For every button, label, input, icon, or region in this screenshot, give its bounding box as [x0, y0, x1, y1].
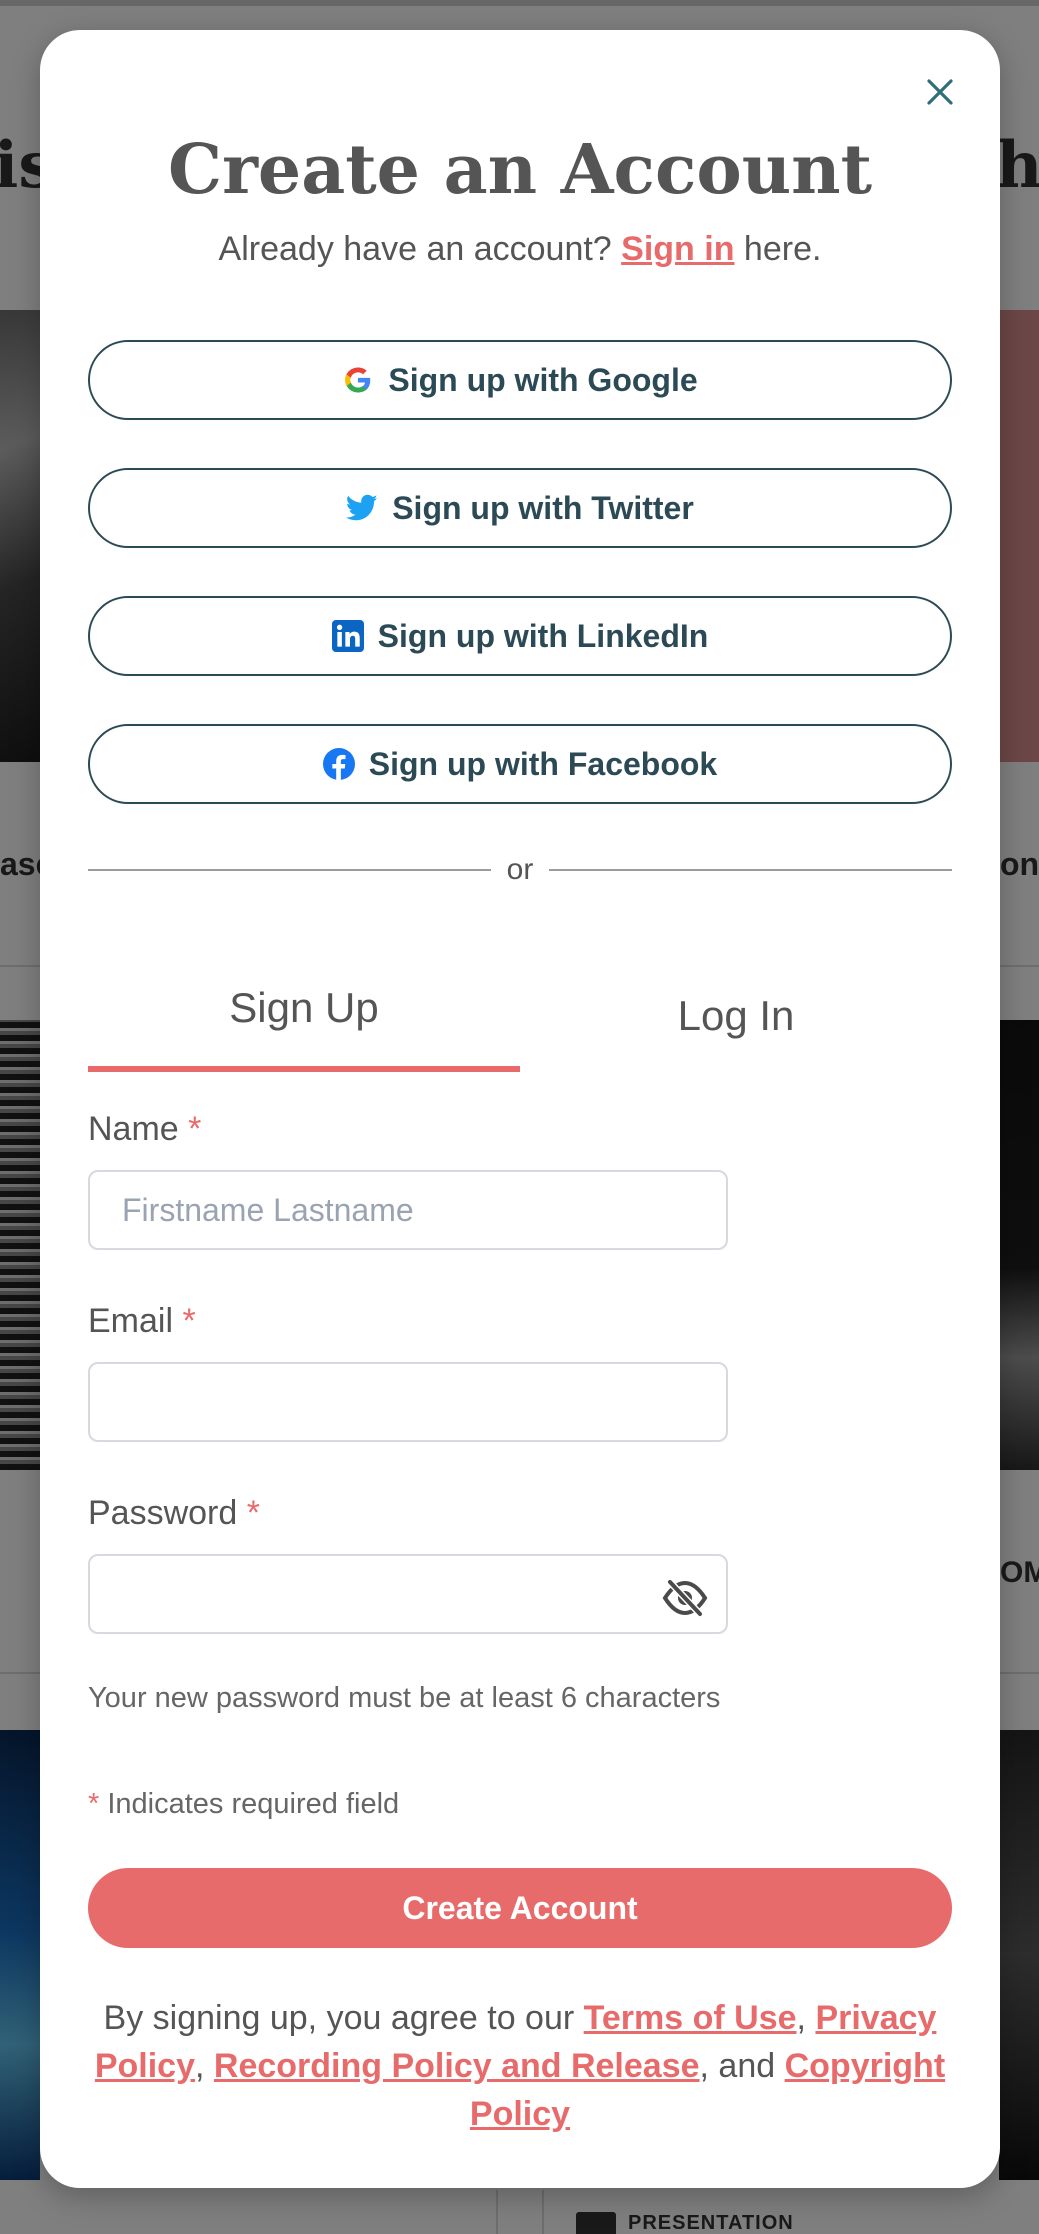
recording-policy-link[interactable]: Recording Policy and Release — [214, 2047, 700, 2085]
linkedin-icon — [331, 620, 364, 652]
signin-link[interactable]: Sign in — [621, 230, 734, 268]
email-input[interactable] — [88, 1362, 728, 1442]
google-icon — [342, 364, 374, 396]
close-icon — [927, 79, 953, 105]
modal-title: Create an Account — [167, 130, 872, 210]
terms-separator: , and — [699, 2047, 785, 2085]
password-input[interactable] — [88, 1554, 728, 1634]
create-account-modal: Create an Account Already have an accoun… — [40, 30, 1000, 2188]
required-field-note: * Indicates required field — [88, 1788, 399, 1821]
required-marker: * — [88, 1788, 100, 1820]
google-signup-button[interactable]: Sign up with Google — [88, 340, 952, 420]
password-label: Password * — [88, 1494, 260, 1533]
divider-line — [549, 869, 952, 871]
toggle-password-visibility-button[interactable] — [660, 1573, 710, 1623]
terms-separator: , — [796, 1999, 816, 2037]
tab-log-in[interactable]: Log In — [520, 960, 952, 1072]
password-hint: Your new password must be at least 6 cha… — [88, 1682, 721, 1714]
eye-off-icon — [662, 1578, 708, 1618]
twitter-signup-button[interactable]: Sign up with Twitter — [88, 468, 952, 548]
signin-prompt: Already have an account? Sign in here. — [40, 230, 1000, 269]
signin-prompt-text: Already have an account? — [218, 230, 622, 268]
email-label-text: Email — [88, 1302, 174, 1340]
facebook-icon — [322, 748, 355, 780]
required-marker: * — [182, 1302, 196, 1340]
create-account-button[interactable]: Create Account — [88, 1868, 952, 1948]
twitter-signup-label: Sign up with Twitter — [392, 489, 694, 526]
name-label: Name * — [88, 1110, 201, 1149]
or-divider: or — [88, 850, 952, 890]
terms-separator: , — [195, 2047, 214, 2085]
terms-notice: By signing up, you agree to our Terms of… — [88, 1994, 952, 2138]
tab-sign-up[interactable]: Sign Up — [88, 960, 520, 1072]
signin-prompt-suffix: here. — [734, 230, 822, 268]
required-marker: * — [188, 1110, 202, 1148]
linkedin-signup-button[interactable]: Sign up with LinkedIn — [88, 596, 952, 676]
twitter-icon — [346, 492, 378, 524]
terms-prefix: By signing up, you agree to our — [103, 1999, 584, 2037]
auth-tabs: Sign Up Log In — [88, 960, 952, 1072]
name-input[interactable] — [88, 1170, 728, 1250]
name-label-text: Name — [88, 1110, 179, 1148]
close-button[interactable] — [918, 70, 962, 114]
required-marker: * — [246, 1494, 260, 1532]
required-note-text: Indicates required field — [107, 1788, 400, 1820]
password-label-text: Password — [88, 1494, 238, 1532]
email-label: Email * — [88, 1302, 196, 1341]
google-signup-label: Sign up with Google — [388, 361, 698, 398]
or-text: or — [506, 853, 534, 886]
facebook-signup-button[interactable]: Sign up with Facebook — [88, 724, 952, 804]
facebook-signup-label: Sign up with Facebook — [368, 745, 718, 782]
divider-line — [88, 869, 491, 871]
linkedin-signup-label: Sign up with LinkedIn — [377, 617, 709, 654]
terms-of-use-link[interactable]: Terms of Use — [584, 1999, 797, 2037]
